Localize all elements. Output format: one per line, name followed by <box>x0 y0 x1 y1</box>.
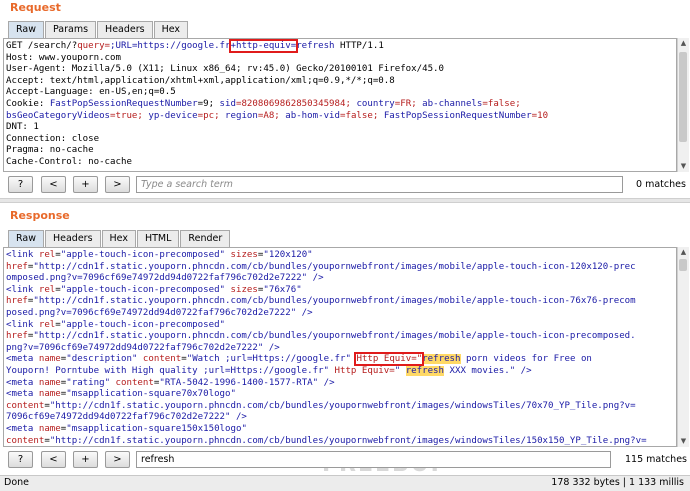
scroll-up-icon[interactable]: ▲ <box>678 38 689 49</box>
previous-button[interactable]: < <box>41 176 66 193</box>
match-count: 115 matches <box>625 454 687 465</box>
tab-html[interactable]: HTML <box>136 230 180 247</box>
scroll-down-icon[interactable]: ▼ <box>678 161 689 172</box>
next-button[interactable]: + <box>73 176 98 193</box>
tab-headers[interactable]: Headers <box>44 230 101 247</box>
scroll-up-icon[interactable]: ▲ <box>678 247 689 258</box>
tab-hex[interactable]: Hex <box>153 21 189 38</box>
scroll-thumb[interactable] <box>679 52 687 142</box>
request-tabs: Raw Params Headers Hex <box>8 21 189 38</box>
tab-render[interactable]: Render <box>180 230 231 247</box>
previous-button[interactable]: < <box>41 451 66 468</box>
search-match: refresh <box>405 365 445 376</box>
status-text: Done <box>4 477 29 488</box>
tab-hex[interactable]: Hex <box>101 230 136 247</box>
tab-raw[interactable]: Raw <box>8 230 44 247</box>
response-scrollbar[interactable]: ▲ ▼ <box>677 247 689 447</box>
forward-button[interactable]: > <box>105 176 130 193</box>
response-size: 178 332 bytes | 1 133 millis <box>551 477 684 488</box>
response-searchbar: ? < + > refresh 115 matches <box>3 449 687 471</box>
tab-raw[interactable]: Raw <box>8 21 44 38</box>
search-match: refresh <box>422 354 461 365</box>
next-button[interactable]: + <box>73 451 98 468</box>
response-title: Response <box>10 209 70 222</box>
request-scrollbar[interactable]: ▲ ▼ <box>677 38 689 172</box>
request-title: Request <box>10 1 61 14</box>
search-input[interactable]: Type a search term <box>136 176 623 193</box>
scroll-down-icon[interactable]: ▼ <box>678 436 689 447</box>
highlight-box: Http Equiv=" <box>354 352 425 367</box>
request-searchbar: ? < + > Type a search term 0 matches <box>3 174 687 196</box>
request-editor[interactable]: GET /search/?query=;URL=https://google.f… <box>3 38 677 172</box>
tab-headers[interactable]: Headers <box>97 21 153 38</box>
response-tabs: Raw Headers Hex HTML Render <box>8 230 231 247</box>
status-bar: Done 178 332 bytes | 1 133 millis <box>0 475 690 491</box>
tab-params[interactable]: Params <box>44 21 97 38</box>
highlight-box: +http-equiv= <box>228 39 299 53</box>
split-divider[interactable] <box>0 198 690 203</box>
response-text: <link rel="apple-touch-icon-precomposed"… <box>6 250 647 446</box>
help-button[interactable]: ? <box>8 451 33 468</box>
match-count: 0 matches <box>636 179 686 190</box>
scroll-thumb[interactable] <box>679 259 687 271</box>
response-editor[interactable]: <link rel="apple-touch-icon-precomposed"… <box>3 247 677 447</box>
search-input[interactable]: refresh <box>136 451 611 468</box>
request-text: GET /search/?query=;URL=https://google.f… <box>6 39 549 167</box>
help-button[interactable]: ? <box>8 176 33 193</box>
forward-button[interactable]: > <box>105 451 130 468</box>
